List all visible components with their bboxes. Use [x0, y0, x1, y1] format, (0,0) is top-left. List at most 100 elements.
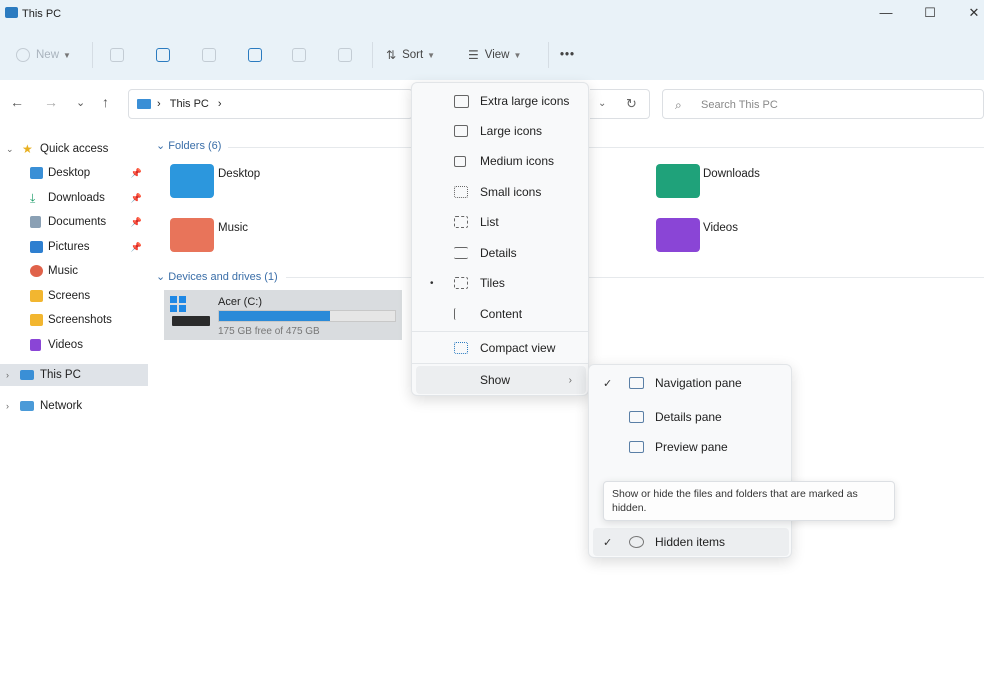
drive-usage-fill [219, 311, 330, 321]
menu-item-tiles[interactable]: • Tiles [416, 269, 586, 297]
sidebar-item-label: Screenshots [48, 314, 112, 326]
menu-item-show[interactable]: Show › [416, 366, 586, 394]
minimize-button[interactable]: — [874, 4, 898, 22]
sort-icon: ⇅ [386, 48, 397, 62]
menu-item-navigation-pane[interactable]: ✓ Navigation pane [593, 369, 789, 397]
view-label: View [484, 49, 510, 61]
list-icon [454, 216, 468, 228]
sidebar-item-quick-access[interactable]: ⌄ ★ Quick access [0, 138, 148, 160]
menu-item-small-icons[interactable]: Small icons [416, 178, 586, 206]
this-pc-icon [5, 7, 18, 18]
pin-icon: 📌 [130, 216, 142, 227]
new-button[interactable]: New ▼ [16, 44, 71, 66]
menu-divider [412, 363, 588, 364]
drive-icon [172, 316, 210, 326]
video-icon [30, 339, 41, 351]
chevron-right-icon: › [6, 370, 9, 380]
toolbar-divider [372, 42, 373, 68]
sidebar-item-music[interactable]: Music [0, 260, 148, 282]
sidebar-item-label: Quick access [40, 143, 109, 155]
cut-button[interactable] [110, 44, 130, 66]
folder-label[interactable]: Downloads [703, 168, 760, 180]
menu-item-details[interactable]: Details [416, 239, 586, 267]
menu-item-details-pane[interactable]: Details pane [593, 403, 789, 431]
folder-icon [30, 314, 43, 326]
drive-tile-c[interactable]: Acer (C:) 175 GB free of 475 GB [164, 290, 402, 340]
menu-item-medium-icons[interactable]: Medium icons [416, 147, 586, 175]
music-icon [30, 265, 43, 277]
sidebar-item-label: Pictures [48, 241, 90, 253]
clipboard-icon [202, 48, 216, 62]
sidebar-item-screenshots[interactable]: Screenshots [0, 309, 148, 331]
download-icon: ⤓ [30, 190, 36, 205]
chevron-down-icon: ▼ [63, 50, 71, 60]
group-divider [228, 147, 984, 148]
group-label: Devices and drives (1) [168, 271, 278, 283]
recent-locations-button[interactable]: ⌄ [76, 96, 85, 109]
breadcrumb-this-pc[interactable]: This PC [170, 98, 209, 110]
address-bar-controls: ⌄ ↻ [590, 89, 650, 119]
delete-button[interactable] [338, 44, 358, 66]
view-button[interactable]: ☰ View ▼ [468, 44, 521, 66]
sidebar-item-pictures[interactable]: Pictures 📌 [0, 236, 148, 258]
search-placeholder: Search This PC [701, 99, 778, 111]
sidebar-item-documents[interactable]: Documents 📌 [0, 211, 148, 233]
menu-divider [412, 331, 588, 332]
details-icon [454, 247, 468, 259]
folder-label[interactable]: Videos [703, 222, 738, 234]
search-box[interactable]: ⌕ Search This PC [662, 89, 984, 119]
folder-label[interactable]: Desktop [218, 168, 260, 180]
selected-dot-icon: • [430, 277, 434, 289]
folder-label[interactable]: Music [218, 222, 248, 234]
picture-icon [30, 241, 43, 253]
menu-item-preview-pane[interactable]: Preview pane [593, 433, 789, 461]
music-folder-icon[interactable] [170, 218, 214, 252]
chevron-right-icon: › [568, 374, 572, 386]
back-button[interactable]: ← [10, 94, 24, 110]
sidebar-item-this-pc[interactable]: › This PC [0, 364, 148, 386]
sidebar-item-downloads[interactable]: ⤓ Downloads 📌 [0, 187, 148, 209]
menu-item-content[interactable]: Content [416, 300, 586, 328]
folders-group-header[interactable]: ⌄ Folders (6) [156, 139, 221, 152]
address-dropdown-button[interactable]: ⌄ [598, 98, 606, 109]
sidebar-item-label: Network [40, 400, 83, 412]
close-button[interactable]: ✕ [962, 4, 984, 22]
menu-item-large-icons[interactable]: Large icons [416, 117, 586, 145]
sort-button[interactable]: ⇅ Sort ▼ [386, 44, 435, 66]
compact-icon [454, 342, 468, 354]
new-label: New [36, 49, 60, 61]
rename-button[interactable] [248, 44, 268, 66]
menu-item-compact-view[interactable]: Compact view [416, 334, 586, 362]
downloads-folder-icon[interactable] [656, 164, 700, 198]
up-button[interactable]: ↑ [102, 94, 109, 110]
sidebar-item-desktop[interactable]: Desktop 📌 [0, 162, 148, 184]
paste-button[interactable] [202, 44, 222, 66]
more-options-button[interactable]: ••• [560, 44, 575, 66]
pin-icon: 📌 [130, 192, 142, 203]
document-icon [30, 216, 41, 228]
videos-folder-icon[interactable] [656, 218, 700, 252]
forward-button[interactable]: → [44, 94, 58, 110]
desktop-icon [30, 167, 43, 179]
drive-usage-bar [218, 310, 396, 322]
desktop-folder-icon[interactable] [170, 164, 214, 198]
menu-item-list[interactable]: List [416, 208, 586, 236]
refresh-button[interactable]: ↻ [626, 96, 637, 112]
search-icon: ⌕ [675, 98, 682, 112]
preview-pane-icon [629, 441, 644, 453]
devices-group-header[interactable]: ⌄ Devices and drives (1) [156, 270, 278, 283]
sidebar-item-videos[interactable]: Videos [0, 334, 148, 356]
share-button[interactable] [292, 44, 312, 66]
monitor-icon [137, 99, 151, 109]
menu-item-hidden-items[interactable]: ✓ Hidden items [593, 528, 789, 556]
address-bar[interactable]: › This PC › [128, 89, 413, 119]
menu-item-extra-large-icons[interactable]: Extra large icons [416, 87, 586, 115]
menu-item-label: List [480, 215, 499, 229]
chevron-down-icon: ▼ [427, 50, 436, 60]
copy-button[interactable] [156, 44, 176, 66]
sidebar-item-network[interactable]: › Network [0, 395, 148, 417]
sidebar-item-screens[interactable]: Screens [0, 285, 148, 307]
file-explorer-window: This PC — ☐ ✕ New ▼ ⇅ Sort ▼ ☰ View ▼ ••• ←… [0, 0, 984, 675]
plus-icon [16, 48, 30, 62]
maximize-button[interactable]: ☐ [918, 4, 942, 22]
